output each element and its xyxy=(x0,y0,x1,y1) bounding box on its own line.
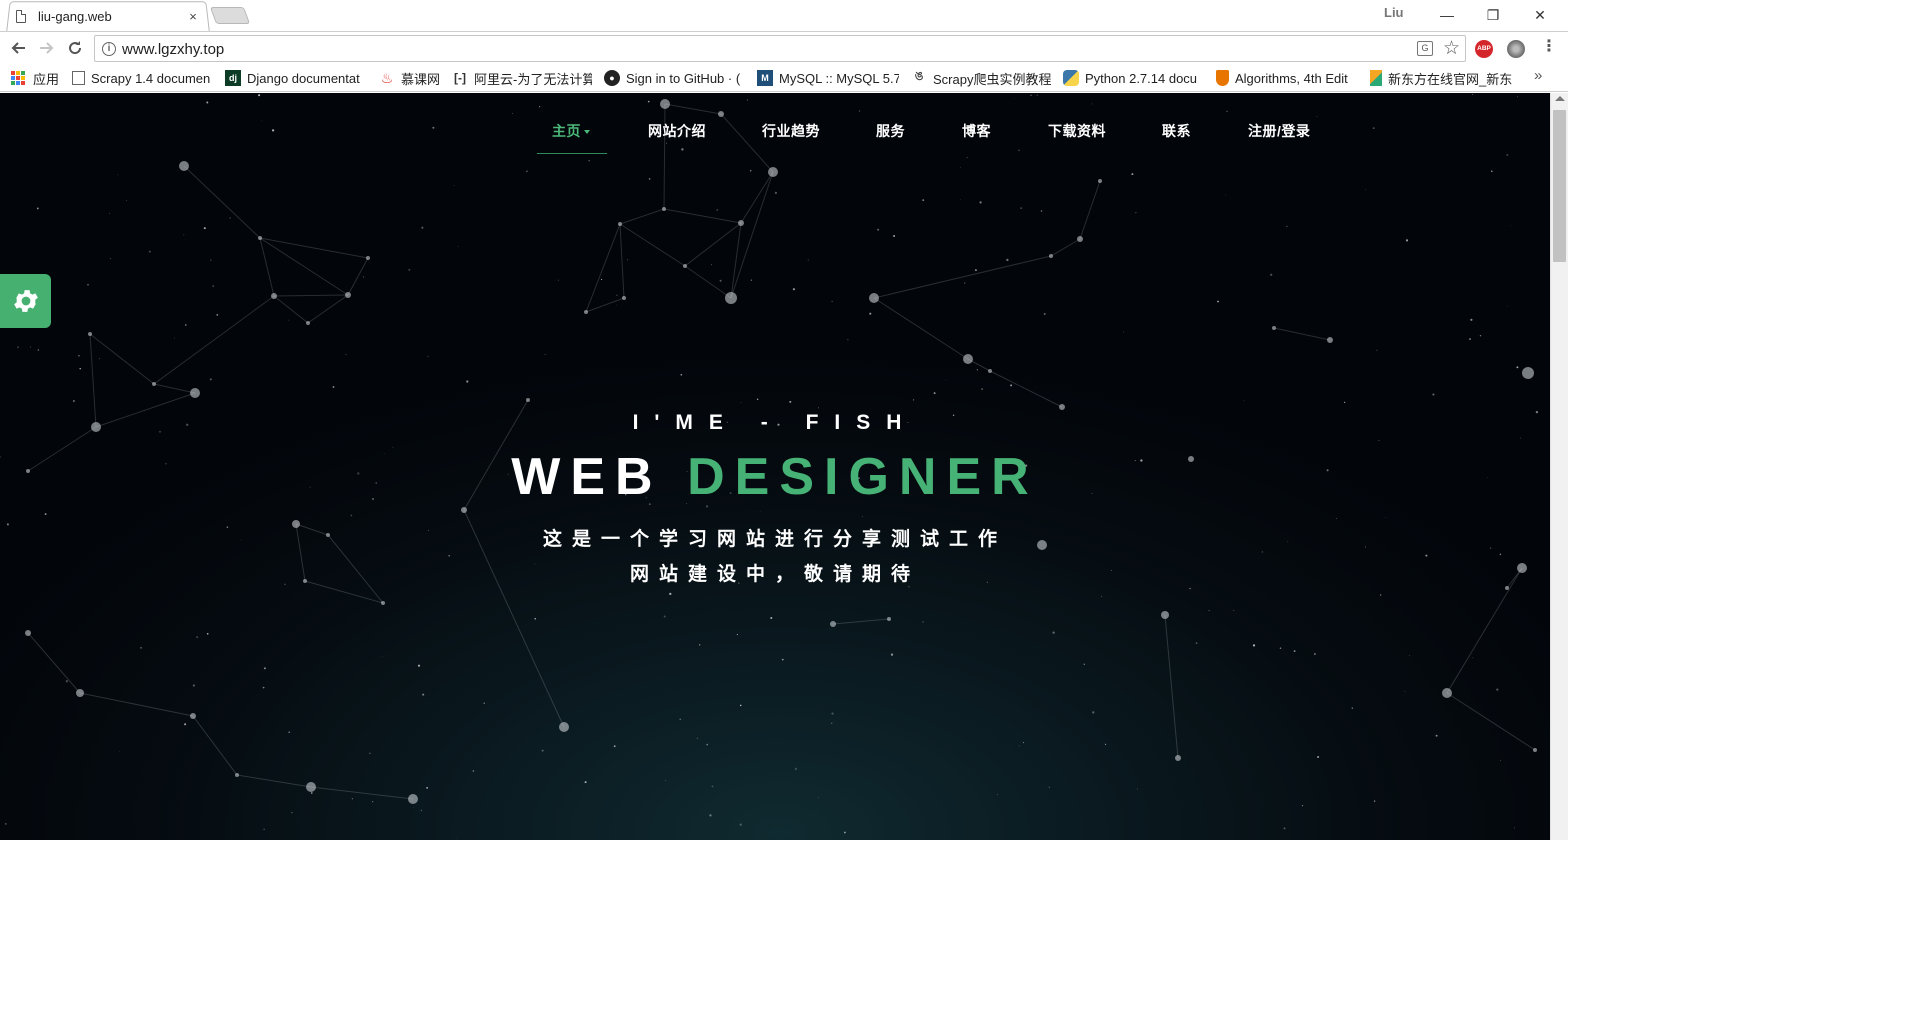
hero-description-line2: 网站建设中，敬请期待 xyxy=(629,564,920,585)
browser-tab[interactable]: liu-gang.web × xyxy=(16,4,206,28)
reload-button[interactable] xyxy=(62,35,88,61)
hero-subtitle: I'ME - FISH xyxy=(632,411,918,434)
nav-blog[interactable]: 博客 xyxy=(962,121,991,141)
hero-title-word1: WEB xyxy=(511,448,663,506)
close-window-button[interactable]: ✕ xyxy=(1517,0,1563,30)
bookmark-label: Scrapy 1.4 documen xyxy=(91,70,211,86)
apps-grid-icon xyxy=(11,71,25,85)
translate-icon[interactable]: G xyxy=(1417,41,1433,56)
bookmark-xdf[interactable]: 新东方在线官网_新东 xyxy=(1370,68,1515,88)
reload-icon xyxy=(69,41,82,55)
bookmark-label: MySQL :: MySQL 5.7 xyxy=(779,70,899,86)
nav-industry-trends[interactable]: 行业趋势 xyxy=(762,121,820,141)
abp-icon[interactable]: ABP xyxy=(1475,40,1493,58)
restore-button[interactable]: ❐ xyxy=(1470,0,1516,30)
flame-icon: ♨ xyxy=(380,69,394,86)
active-nav-underline xyxy=(537,153,607,154)
bookmark-python-docs[interactable]: Python 2.7.14 docu xyxy=(1063,68,1203,88)
arrow-right-icon xyxy=(40,42,54,54)
bookmark-aliyun[interactable]: [-] 阿里云-为了无法计算 xyxy=(452,68,592,88)
bookmark-label: Scrapy爬虫实例教程 xyxy=(933,71,1051,87)
nav-services[interactable]: 服务 xyxy=(876,121,905,141)
hero-description-line1: 这是一个学习网站进行分享测试工作 xyxy=(542,529,1007,550)
new-tab-button[interactable] xyxy=(209,7,251,24)
document-icon xyxy=(72,71,85,85)
bookmark-apps[interactable]: 应用 xyxy=(11,68,59,88)
info-icon[interactable]: i xyxy=(102,42,116,56)
bookmark-algorithms[interactable]: Algorithms, 4th Edit xyxy=(1216,68,1358,88)
aliyun-icon: [-] xyxy=(454,71,466,85)
profile-button[interactable]: Liu xyxy=(1384,5,1404,20)
bookmark-github[interactable]: ● Sign in to GitHub · ( xyxy=(604,68,744,88)
vertical-scrollbar[interactable] xyxy=(1550,93,1568,840)
gear-icon xyxy=(13,290,38,312)
bookmark-mysql[interactable]: M MySQL :: MySQL 5.7 xyxy=(757,68,899,88)
scroll-up-arrow-icon[interactable] xyxy=(1555,96,1565,101)
nav-contact[interactable]: 联系 xyxy=(1162,121,1191,141)
bookmark-label: 应用 xyxy=(33,71,60,87)
bookmark-imooc[interactable]: ♨ 慕课网 xyxy=(379,68,443,88)
nav-home[interactable]: 主页 xyxy=(552,121,590,141)
hero-title: WEB DESIGNER xyxy=(0,447,1550,507)
url-text[interactable]: www.lgzxhy.top xyxy=(122,41,224,58)
site-navigation: 主页 网站介绍 行业趋势 服务 博客 下载资料 联系 注册/登录 xyxy=(0,121,1550,151)
bookmark-label: 慕课网 xyxy=(401,71,441,87)
arrow-left-icon xyxy=(11,42,25,54)
nav-site-intro[interactable]: 网站介绍 xyxy=(648,121,706,141)
bookmark-django-docs[interactable]: dj Django documentat xyxy=(225,68,365,88)
caret-down-icon xyxy=(584,130,590,135)
scrapy-icon: ঙ xyxy=(914,69,924,83)
browser-toolbar: i www.lgzxhy.top G ☆ ABP ⋮ xyxy=(0,31,1568,63)
settings-button[interactable] xyxy=(0,274,51,328)
forward-button[interactable] xyxy=(34,35,60,61)
bookmark-label: Python 2.7.14 docu xyxy=(1085,70,1198,86)
bookmark-label: 阿里云-为了无法计算 xyxy=(474,71,592,87)
github-icon: ● xyxy=(604,70,620,86)
bookmark-scrapy-docs[interactable]: Scrapy 1.4 documen xyxy=(72,68,212,88)
kebab-menu-icon[interactable]: ⋮ xyxy=(1541,36,1557,56)
bookmark-label: Django documentat xyxy=(247,70,360,86)
tab-title: liu-gang.web xyxy=(38,8,112,24)
nav-register-login[interactable]: 注册/登录 xyxy=(1248,121,1310,141)
bookmark-scrapy-tutorial[interactable]: ঙ Scrapy爬虫实例教程 xyxy=(911,68,1051,88)
mysql-icon: M xyxy=(757,70,773,86)
nav-downloads[interactable]: 下载资料 xyxy=(1048,121,1106,141)
bookmark-label: 新东方在线官网_新东 xyxy=(1388,71,1513,87)
address-bar[interactable]: i www.lgzxhy.top G ☆ xyxy=(94,35,1466,62)
page-viewport: 主页 网站介绍 行业趋势 服务 博客 下载资料 联系 注册/登录 I'ME - … xyxy=(0,93,1550,840)
back-button[interactable] xyxy=(5,35,31,61)
page-icon xyxy=(16,9,26,23)
xdf-icon xyxy=(1370,70,1382,86)
hero-title-word2: DESIGNER xyxy=(687,448,1039,506)
princeton-shield-icon xyxy=(1216,70,1229,86)
browser-tab-strip: liu-gang.web × Liu — ❐ ✕ xyxy=(0,0,1568,32)
django-icon: dj xyxy=(225,70,241,86)
star-icon[interactable]: ☆ xyxy=(1443,37,1460,60)
scrollbar-thumb[interactable] xyxy=(1553,110,1566,262)
nav-label: 主页 xyxy=(552,123,581,139)
bookmarks-bar: 应用 Scrapy 1.4 documen dj Django document… xyxy=(0,63,1568,92)
globe-extension-icon[interactable] xyxy=(1507,40,1525,58)
bookmarks-overflow-button[interactable]: » xyxy=(1534,67,1542,84)
minimize-button[interactable]: — xyxy=(1424,0,1470,30)
bookmark-label: Algorithms, 4th Edit xyxy=(1235,70,1348,86)
python-icon xyxy=(1063,70,1079,86)
bookmark-label: Sign in to GitHub · ( xyxy=(626,70,741,86)
tab-close-button[interactable]: × xyxy=(186,9,200,24)
